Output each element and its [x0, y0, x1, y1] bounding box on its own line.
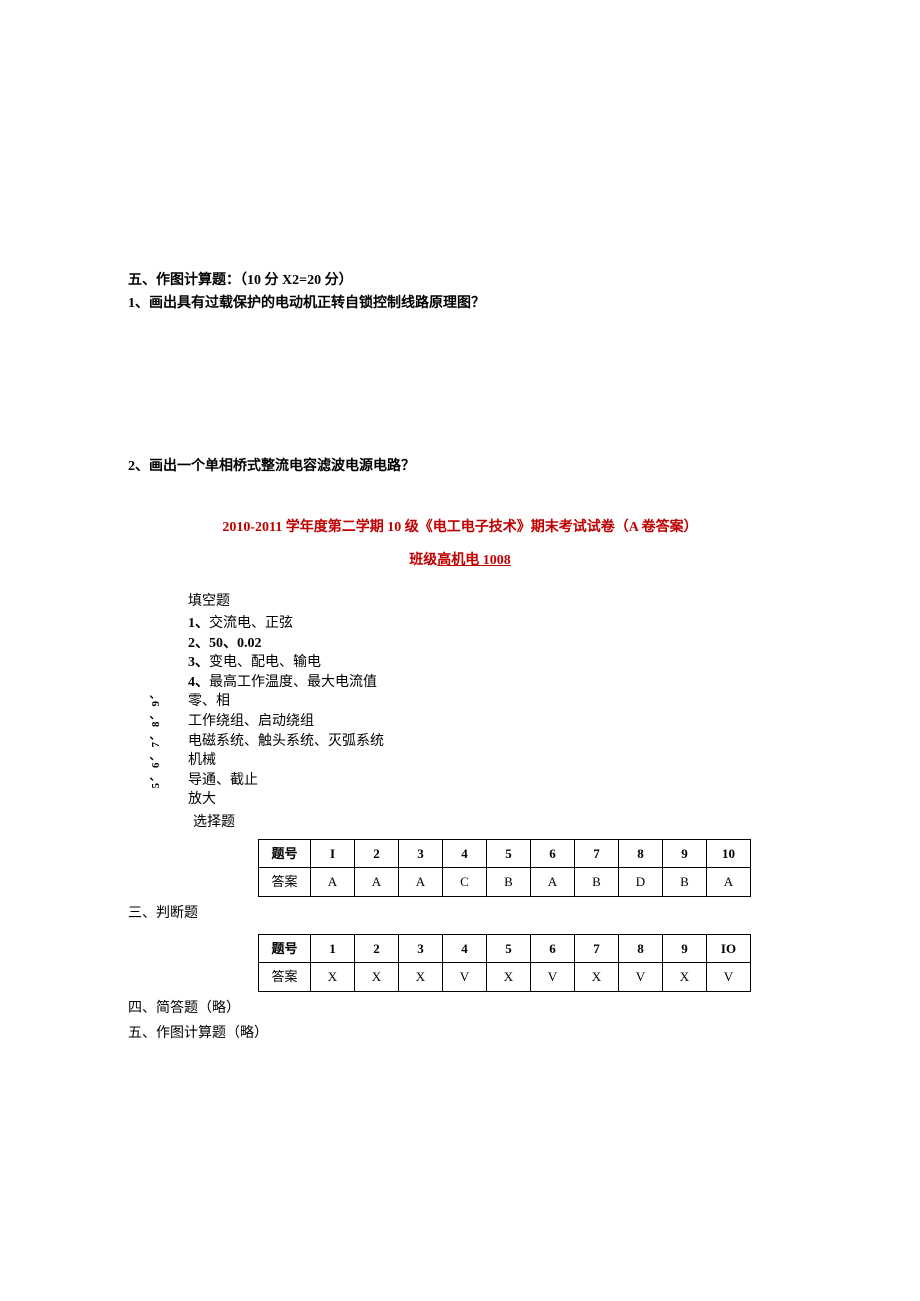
fill-num: 1、 — [188, 614, 209, 634]
col-num: 7 — [575, 839, 619, 868]
ans-cell: V — [707, 963, 751, 992]
question-5-1: 1、画出具有过载保护的电动机正转自锁控制线路原理图？ — [128, 293, 792, 314]
ans-cell: B — [663, 868, 707, 897]
fill-item: 放大 — [188, 790, 792, 810]
fill-item: 2、 50、0.02 — [188, 634, 792, 654]
ans-cell: X — [575, 963, 619, 992]
ans-label: 答案 — [259, 963, 311, 992]
section-5-note: 五、作图计算题（略） — [128, 1023, 792, 1044]
choice-answer-table: 题号 I 2 3 4 5 6 7 8 9 10 答案 A A A C B A B… — [258, 839, 751, 897]
fill-num: 4、 — [188, 673, 209, 693]
fill-content: 电磁系统、触头系统、灭弧系统 — [188, 732, 792, 752]
fill-content: 机械 — [188, 751, 792, 771]
col-num: 10 — [707, 839, 751, 868]
fill-item: 工作绕组、启动绕组 — [188, 712, 792, 732]
answer-key-title: 2010-2011 学年度第二学期 10 级《电工电子技术》期末考试试卷（A 卷… — [128, 517, 792, 538]
fill-item: 导通、截止 — [188, 771, 792, 791]
ans-cell: A — [355, 868, 399, 897]
col-num: I — [311, 839, 355, 868]
ans-cell: X — [399, 963, 443, 992]
fill-item: 4、 最高工作温度、最大电流值 — [188, 673, 792, 693]
fill-wrapper: 5、6、7、8、9、 1、 交流电、正弦 2、 50、0.02 3、 变电、配电… — [188, 614, 792, 810]
ans-cell: A — [707, 868, 751, 897]
fill-header: 填空题 — [188, 591, 792, 612]
ans-cell: X — [487, 963, 531, 992]
col-num: 2 — [355, 839, 399, 868]
ans-cell: A — [399, 868, 443, 897]
row-label: 题号 — [259, 934, 311, 963]
col-num: IO — [707, 934, 751, 963]
col-num: 9 — [663, 839, 707, 868]
table-row: 答案 X X X V X V X V X V — [259, 963, 751, 992]
judge-answer-table: 题号 1 2 3 4 5 6 7 8 9 IO 答案 X X X V X V X… — [258, 934, 751, 992]
judge-header: 三、判断题 — [128, 903, 792, 924]
col-num: 1 — [311, 934, 355, 963]
ans-cell: V — [443, 963, 487, 992]
col-num: 6 — [531, 934, 575, 963]
ans-label: 答案 — [259, 868, 311, 897]
fill-item: 零、相 — [188, 692, 792, 712]
fill-item: 1、 交流电、正弦 — [188, 614, 792, 634]
fill-content: 交流电、正弦 — [209, 614, 792, 634]
fill-content: 变电、配电、输电 — [209, 653, 792, 673]
ans-cell: X — [311, 963, 355, 992]
fill-content: 50、0.02 — [209, 634, 792, 654]
table-row: 题号 1 2 3 4 5 6 7 8 9 IO — [259, 934, 751, 963]
fill-item: 3、 变电、配电、输电 — [188, 653, 792, 673]
col-num: 5 — [487, 839, 531, 868]
fill-content: 最高工作温度、最大电流值 — [209, 673, 792, 693]
question-5-2: 2、画出一个单相桥式整流电容滤波电源电路？ — [128, 456, 792, 477]
section-4-note: 四、简答题（略） — [128, 998, 792, 1019]
col-num: 3 — [399, 839, 443, 868]
ans-cell: B — [575, 868, 619, 897]
fill-blank-section: 填空题 5、6、7、8、9、 1、 交流电、正弦 2、 50、0.02 3、 变… — [188, 591, 792, 810]
ans-cell: V — [531, 963, 575, 992]
table-row: 题号 I 2 3 4 5 6 7 8 9 10 — [259, 839, 751, 868]
fill-num: 2、 — [188, 634, 209, 654]
row-label: 题号 — [259, 839, 311, 868]
col-num: 5 — [487, 934, 531, 963]
ans-cell: X — [355, 963, 399, 992]
col-num: 8 — [619, 934, 663, 963]
col-num: 9 — [663, 934, 707, 963]
col-num: 8 — [619, 839, 663, 868]
ans-cell: A — [531, 868, 575, 897]
section-5-title: 五、作图计算题：（10 分 X2=20 分） — [128, 270, 792, 291]
fill-content: 放大 — [188, 790, 792, 810]
col-num: 2 — [355, 934, 399, 963]
fill-list: 1、 交流电、正弦 2、 50、0.02 3、 变电、配电、输电 4、 最高工作… — [188, 614, 792, 810]
col-num: 7 — [575, 934, 619, 963]
ans-cell: C — [443, 868, 487, 897]
subtitle-class: 高机电 1008 — [437, 553, 511, 568]
ans-cell: X — [663, 963, 707, 992]
col-num: 3 — [399, 934, 443, 963]
subtitle-prefix: 班级 — [409, 553, 437, 568]
col-num: 4 — [443, 934, 487, 963]
ans-cell: A — [311, 868, 355, 897]
answer-subtitle: 班级高机电 1008 — [128, 550, 792, 571]
choice-header: 选择题 — [193, 812, 792, 833]
col-num: 6 — [531, 839, 575, 868]
ans-cell: D — [619, 868, 663, 897]
fill-num: 3、 — [188, 653, 209, 673]
fill-content: 导通、截止 — [188, 771, 792, 791]
col-num: 4 — [443, 839, 487, 868]
fill-content: 工作绕组、启动绕组 — [188, 712, 792, 732]
ans-cell: V — [619, 963, 663, 992]
ans-cell: B — [487, 868, 531, 897]
fill-item: 机械 — [188, 751, 792, 771]
fill-sidebar-nums: 5、6、7、8、9、 — [148, 686, 165, 789]
fill-content: 零、相 — [188, 692, 792, 712]
table-row: 答案 A A A C B A B D B A — [259, 868, 751, 897]
fill-item: 电磁系统、触头系统、灭弧系统 — [188, 732, 792, 752]
spacer — [128, 316, 792, 456]
